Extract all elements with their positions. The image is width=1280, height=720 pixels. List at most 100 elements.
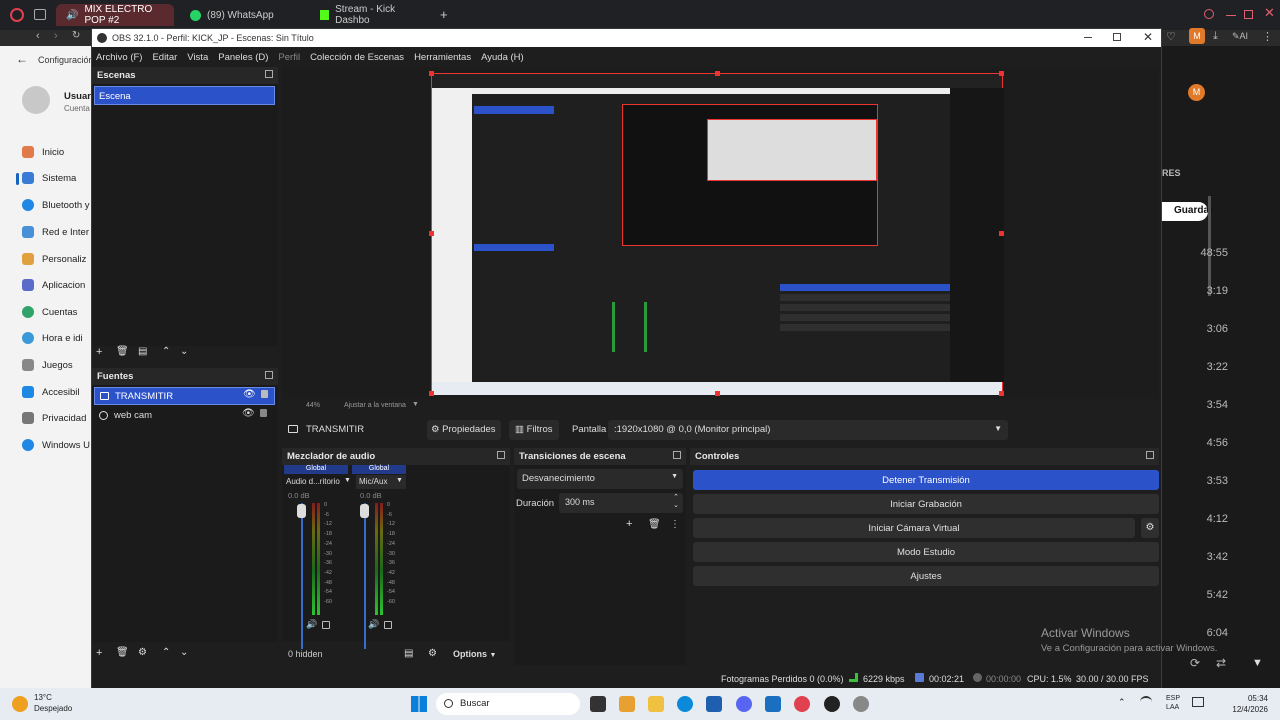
download-icon[interactable]: ⤓ bbox=[1213, 30, 1218, 43]
source-settings-icon[interactable]: ⚙ bbox=[138, 647, 147, 658]
zoom-dropdown-icon[interactable]: ▼ bbox=[412, 401, 419, 408]
handle[interactable] bbox=[715, 391, 720, 396]
task-view-icon[interactable] bbox=[590, 696, 606, 712]
save-button[interactable]: Guardar bbox=[1162, 202, 1213, 221]
start-icon[interactable] bbox=[411, 696, 427, 712]
undock-icon[interactable] bbox=[265, 70, 273, 78]
tray-chevron-icon[interactable]: ⌃ bbox=[1118, 697, 1126, 708]
settings-item-bluetooth[interactable]: Bluetooth y bbox=[22, 199, 90, 211]
filter-scene-icon[interactable]: ▤ bbox=[138, 346, 147, 357]
spin-down-icon[interactable]: ⌄ bbox=[673, 501, 679, 509]
undock-icon[interactable] bbox=[497, 451, 505, 459]
remove-transition-icon[interactable]: 🗑 bbox=[648, 519, 661, 530]
settings-item-accesibilidad[interactable]: Accesibil bbox=[22, 386, 80, 398]
menu-ayuda[interactable]: Ayuda (H) bbox=[481, 52, 524, 63]
transition-menu-icon[interactable]: ⋮ bbox=[670, 519, 680, 530]
menu-editar[interactable]: Editar bbox=[152, 52, 177, 63]
settings-button[interactable]: Ajustes bbox=[693, 566, 1159, 586]
layout-icon[interactable]: ▤ bbox=[404, 648, 413, 659]
clock[interactable]: 05:34 12/4/2026 bbox=[1222, 693, 1268, 715]
start-virtual-camera-button[interactable]: Iniciar Cámara Virtual bbox=[693, 518, 1135, 538]
settings-item-juegos[interactable]: Juegos bbox=[22, 359, 73, 371]
spin-up-icon[interactable]: ⌃ bbox=[673, 493, 679, 501]
mute-icon[interactable]: 🔊 bbox=[306, 619, 317, 630]
move-down-icon[interactable]: ⌄ bbox=[180, 647, 188, 658]
options-button[interactable]: Options ▼ bbox=[447, 646, 505, 663]
transition-select[interactable]: Desvanecimiento ▼ bbox=[517, 469, 683, 489]
repeat-icon[interactable]: ⟳ bbox=[1190, 656, 1200, 670]
remove-scene-icon[interactable]: 🗑 bbox=[116, 346, 129, 357]
virtual-camera-settings-icon[interactable]: ⚙ bbox=[1141, 518, 1159, 538]
scene-item[interactable]: Escena bbox=[94, 86, 275, 105]
shuffle-icon[interactable]: ⇄ bbox=[1216, 656, 1226, 670]
move-up-icon[interactable]: ⌃ bbox=[162, 647, 170, 658]
menu-herramientas[interactable]: Herramientas bbox=[414, 52, 471, 63]
advanced-audio-icon[interactable]: ⚙ bbox=[428, 648, 437, 659]
handle[interactable] bbox=[715, 71, 720, 76]
ai-icon[interactable]: ✎AI bbox=[1232, 31, 1248, 42]
slider-handle[interactable] bbox=[297, 504, 306, 518]
menu-perfil[interactable]: Perfil bbox=[278, 52, 300, 63]
properties-button[interactable]: ⚙ Propiedades bbox=[427, 420, 501, 440]
close-icon[interactable]: ✕ bbox=[1264, 5, 1275, 21]
monitor-audio-icon[interactable] bbox=[322, 621, 330, 629]
copilot-icon[interactable] bbox=[619, 696, 635, 712]
undock-icon[interactable] bbox=[265, 371, 273, 379]
settings-back-icon[interactable]: ← bbox=[16, 52, 28, 66]
settings-item-sistema[interactable]: Sistema bbox=[22, 172, 76, 184]
browser-tab-kick[interactable]: Stream - Kick Dashbo bbox=[310, 4, 434, 26]
menu-archivo[interactable]: Archivo (F) bbox=[96, 52, 142, 63]
lock-icon[interactable] bbox=[260, 409, 267, 417]
move-up-icon[interactable]: ⌃ bbox=[162, 346, 170, 357]
dropdown-icon[interactable]: ▼ bbox=[1252, 657, 1263, 669]
settings-item-hora[interactable]: Hora e idi bbox=[22, 332, 83, 344]
obs-maximize-icon[interactable] bbox=[1113, 33, 1121, 41]
add-transition-icon[interactable]: + bbox=[626, 518, 632, 530]
settings-icon[interactable] bbox=[853, 696, 869, 712]
slider-handle[interactable] bbox=[360, 504, 369, 518]
settings-item-aplicaciones[interactable]: Aplicacion bbox=[22, 279, 85, 291]
settings-item-inicio[interactable]: Inicio bbox=[22, 146, 64, 158]
handle[interactable] bbox=[429, 391, 434, 396]
settings-item-privacidad[interactable]: Privacidad bbox=[22, 412, 86, 424]
handle[interactable] bbox=[999, 391, 1004, 396]
handle[interactable] bbox=[999, 231, 1004, 236]
scrollbar[interactable] bbox=[1208, 196, 1211, 296]
obs-minimize-icon[interactable] bbox=[1084, 37, 1092, 38]
monitor-audio-icon[interactable] bbox=[384, 621, 392, 629]
forward-icon[interactable]: › bbox=[54, 30, 58, 42]
add-source-icon[interactable]: + bbox=[96, 647, 102, 659]
menu-paneles[interactable]: Paneles (D) bbox=[218, 52, 268, 63]
remove-source-icon[interactable]: 🗑 bbox=[116, 647, 129, 658]
preview-area[interactable] bbox=[282, 67, 1159, 399]
mute-icon[interactable]: 🔊 bbox=[368, 619, 379, 630]
settings-item-cuentas[interactable]: Cuentas bbox=[22, 306, 77, 318]
obs-icon[interactable] bbox=[824, 696, 840, 712]
display-select[interactable]: :1920x1080 @ 0,0 (Monitor principal) ▼ bbox=[608, 420, 1008, 440]
studio-mode-button[interactable]: Modo Estudio bbox=[693, 542, 1159, 562]
tray-wifi-icon[interactable] bbox=[1140, 696, 1152, 708]
browser-tab-whatsapp[interactable]: (89) WhatsApp bbox=[180, 4, 306, 26]
zoom-value[interactable]: 44% bbox=[306, 402, 320, 409]
undock-icon[interactable] bbox=[1146, 451, 1154, 459]
channel-name[interactable]: Audio d...ritorio bbox=[286, 477, 340, 486]
zoom-fit[interactable]: Ajustar a la ventana bbox=[344, 402, 406, 409]
move-down-icon[interactable]: ⌄ bbox=[180, 346, 188, 357]
settings-item-red[interactable]: Red e Inter bbox=[22, 226, 89, 238]
favorite-icon[interactable]: ♡ bbox=[1166, 30, 1176, 43]
stop-stream-button[interactable]: Detener Transmisión bbox=[693, 470, 1159, 490]
menu-escenas[interactable]: Colección de Escenas bbox=[310, 52, 404, 63]
filters-button[interactable]: ▥ Filtros bbox=[509, 420, 559, 440]
preview-canvas[interactable] bbox=[429, 71, 1004, 396]
undock-icon[interactable] bbox=[673, 451, 681, 459]
photos-icon[interactable] bbox=[765, 696, 781, 712]
menu-vista[interactable]: Vista bbox=[187, 52, 208, 63]
chevron-down-icon[interactable]: ▼ bbox=[344, 477, 351, 484]
discord-icon[interactable] bbox=[736, 696, 752, 712]
handle[interactable] bbox=[429, 71, 434, 76]
menu-icon[interactable]: ⋮ bbox=[1262, 30, 1273, 43]
volume-slider[interactable] bbox=[301, 503, 303, 649]
edge-icon[interactable] bbox=[677, 696, 693, 712]
back-icon[interactable]: ‹ bbox=[36, 30, 40, 42]
lock-icon[interactable] bbox=[261, 390, 268, 398]
